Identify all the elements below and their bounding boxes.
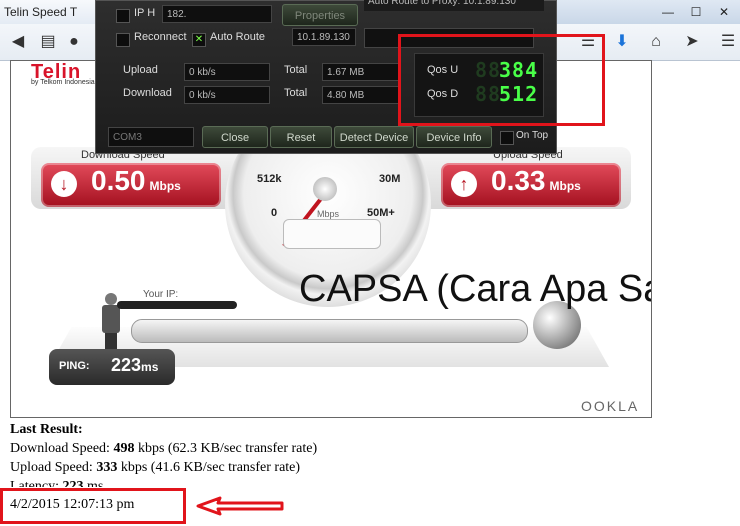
menu-icon[interactable]: ☰ — [716, 30, 740, 54]
download-rate-field: 0 kb/s — [184, 86, 270, 104]
overlay-caption: CAPSA (Cara Apa Saja) — [299, 268, 651, 310]
reconnect-label: Reconnect — [134, 31, 187, 43]
brand-subtitle: by Telkom Indonesia — [31, 79, 95, 86]
upload-rate-field: 0 kb/s — [184, 63, 270, 81]
download-speed-unit: Mbps — [149, 179, 181, 193]
ip-label: IP H — [134, 7, 156, 19]
result-download-value: 498 — [113, 441, 135, 456]
your-ip-label: Your IP: — [143, 289, 179, 300]
upload-speed-unit: Mbps — [549, 179, 581, 193]
gauge-tick: 50M+ — [367, 207, 395, 219]
download-total-field: 4.80 MB — [322, 86, 400, 104]
minimize-button[interactable]: — — [655, 4, 681, 20]
progress-track — [131, 319, 528, 343]
globe-icon: ● — [69, 33, 79, 50]
result-upload-value: 333 — [96, 460, 118, 475]
com-port-select[interactable]: COM3 — [108, 127, 194, 147]
ookla-logo: OOKLA — [581, 398, 640, 414]
upload-speed-value: 0.33 — [491, 165, 546, 196]
maximize-button[interactable]: ☐ — [683, 4, 709, 20]
reset-button[interactable]: Reset — [270, 126, 332, 148]
result-upload-line: Upload Speed: 333 kbps (41.6 KB/sec tran… — [10, 460, 301, 475]
device-info-button[interactable]: Device Info — [416, 126, 492, 148]
download-icon[interactable]: ⬇ — [610, 30, 634, 54]
gauge-tick: 0 — [271, 207, 278, 219]
gauge-unit: Mbps — [317, 209, 340, 219]
upload-arrow-icon: ↑ — [451, 171, 477, 197]
gauge-readout — [283, 219, 381, 249]
auto-route-info: Auto Route to Proxy: 10.1.89.130 — [364, 0, 544, 11]
close-window-button[interactable]: ✕ — [711, 4, 737, 20]
ping-box: PING: 223ms — [49, 349, 175, 385]
upload-total-field: 1.67 MB — [322, 63, 400, 81]
download-total-label: Total — [284, 87, 308, 99]
ip-field[interactable]: 182. — [162, 5, 272, 23]
browser-tab[interactable]: Telin Speed T — [0, 0, 108, 24]
redacted-ip — [117, 301, 237, 309]
ping-value: 223 — [111, 355, 142, 375]
download-speed-box: ↓ 0.50 Mbps — [41, 163, 221, 207]
qos-highlight-box — [398, 34, 605, 126]
gauge-needle-cap — [313, 177, 337, 201]
auto-route-checkbox[interactable]: ✕ — [192, 33, 206, 47]
window-controls: — ☐ ✕ — [555, 0, 740, 24]
gauge-tick: 30M — [379, 173, 401, 185]
download-speed-value: 0.50 — [91, 165, 146, 196]
download-arrow-icon: ↓ — [51, 171, 77, 197]
send-icon[interactable]: ➤ — [680, 30, 704, 54]
result-download-line: Download Speed: 498 kbps (62.3 KB/sec tr… — [10, 441, 318, 456]
upload-speed-box: ↑ 0.33 Mbps — [441, 163, 621, 207]
auto-route-label: Auto Route — [210, 31, 266, 43]
result-latency-value: 223 — [62, 479, 84, 487]
home-icon[interactable]: ⌂ — [644, 30, 668, 54]
ping-unit: ms — [141, 360, 159, 374]
ping-label: PING: — [59, 360, 90, 372]
gauge-tick: 512k — [257, 173, 282, 185]
result-heading: Last Result: — [10, 422, 83, 437]
upload-total-label: Total — [284, 64, 308, 76]
back-icon[interactable]: ◀ — [6, 30, 30, 54]
detect-device-button[interactable]: Detect Device — [334, 126, 414, 148]
brand-logo: Telin by Telkom Indonesia — [31, 61, 101, 95]
on-top-checkbox[interactable] — [500, 131, 514, 145]
result-latency-line: Latency: 223 ms — [10, 477, 730, 487]
timestamp-highlight-box — [0, 488, 186, 524]
properties-button[interactable]: Properties — [282, 4, 358, 26]
on-top-label: On Top — [516, 130, 549, 141]
page-icon[interactable]: ▤ — [36, 30, 60, 54]
ip-checkbox[interactable] — [116, 9, 130, 23]
reconnect-checkbox[interactable] — [116, 33, 130, 47]
close-button[interactable]: Close — [202, 126, 268, 148]
route-select[interactable]: 10.1.89.130 — [292, 28, 356, 46]
arrow-left-icon — [196, 496, 284, 516]
download-label: Download — [123, 87, 172, 99]
upload-label: Upload — [123, 64, 158, 76]
